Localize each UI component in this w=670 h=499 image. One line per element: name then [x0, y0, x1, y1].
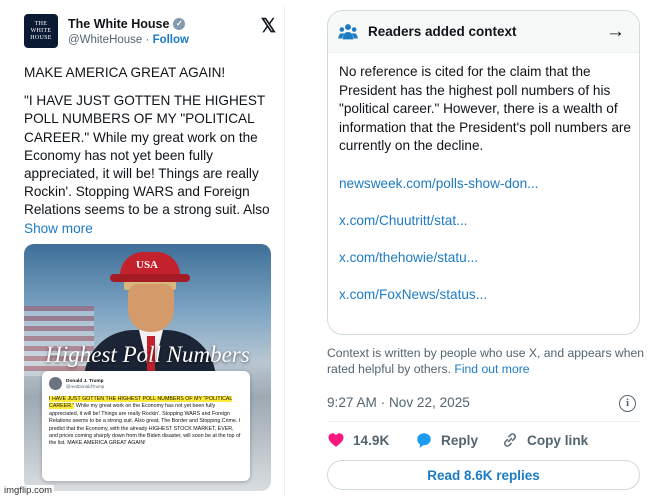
figure-face	[128, 284, 174, 332]
note-panel: Readers added context → No reference is …	[297, 0, 670, 499]
red-cap-brim	[110, 274, 190, 282]
post-timestamp[interactable]: 9:27 AM · Nov 22, 2025	[327, 395, 470, 410]
reply-label: Reply	[441, 432, 479, 448]
arrow-right-icon[interactable]: →	[606, 21, 625, 43]
context-footer: Context is written by people who use X, …	[327, 345, 647, 377]
context-link-1[interactable]: newsweek.com/polls-show-don...	[339, 176, 538, 191]
embedded-post-card: Donald J. Trump @realDonaldTrump I HAVE …	[42, 371, 250, 481]
account-name-text: The White House	[68, 17, 170, 31]
account-name[interactable]: The White House ✓	[68, 17, 186, 31]
like-button[interactable]: 14.9K	[327, 431, 389, 449]
tweet-header: THE WHITE HOUSE The White House ✓ @White…	[24, 14, 276, 54]
read-replies-button[interactable]: Read 8.6K replies	[327, 460, 640, 490]
show-more-link[interactable]: Show more	[24, 221, 93, 236]
embedded-post-header: Donald J. Trump @realDonaldTrump	[49, 377, 243, 390]
context-link-4[interactable]: x.com/FoxNews/status...	[339, 287, 487, 302]
cap-text: USA	[136, 259, 159, 271]
copy-link-button[interactable]: Copy link	[501, 431, 588, 449]
readers-context-card: Readers added context → No reference is …	[327, 10, 640, 335]
embedded-post-text: I HAVE JUST GOTTEN THE HIGHEST POLL NUMB…	[49, 396, 243, 448]
account-handle[interactable]: @WhiteHouse	[68, 34, 142, 46]
action-bar: 14.9K Reply Copy link	[327, 431, 647, 453]
verified-badge-icon: ✓	[173, 18, 186, 30]
reply-button[interactable]: Reply	[415, 431, 478, 449]
context-header[interactable]: Readers added context →	[328, 11, 639, 53]
embedded-author: Donald J. Trump @realDonaldTrump	[66, 379, 104, 389]
media-headline: Highest Poll Numbers	[45, 342, 250, 367]
tweet-text: MAKE AMERICA GREAT AGAIN! "I HAVE JUST G…	[24, 64, 276, 248]
context-link-3[interactable]: x.com/thehowie/statu...	[339, 250, 478, 265]
context-title: Readers added context	[368, 24, 517, 39]
reply-bubble-icon	[417, 433, 431, 448]
handle-separator: ·	[145, 34, 150, 46]
x-logo-icon[interactable]: 𝕏	[261, 15, 276, 38]
copy-link-label: Copy link	[527, 432, 589, 448]
tweet-text-body: "I HAVE JUST GOTTEN THE HIGHEST POLL NUM…	[24, 92, 276, 238]
context-link-2[interactable]: x.com/Chuutritt/stat...	[339, 213, 467, 228]
link-chain-icon	[503, 433, 517, 447]
embedded-body: While my great work on the Economy has n…	[49, 403, 241, 447]
context-body: No reference is cited for the claim that…	[339, 64, 631, 153]
read-replies-label: Read 8.6K replies	[427, 467, 540, 483]
divider	[327, 421, 640, 422]
follow-button[interactable]: Follow	[153, 34, 189, 46]
tweet-body-text: "I HAVE JUST GOTTEN THE HIGHEST POLL NUM…	[24, 93, 270, 218]
tweet-media-image[interactable]: USA Highest Poll Numbers Donald J. Trump…	[24, 244, 271, 491]
info-icon[interactable]: i	[619, 395, 636, 412]
account-handle-row: @WhiteHouse · Follow	[68, 34, 189, 46]
tweet-panel: THE WHITE HOUSE The White House ✓ @White…	[12, 6, 285, 496]
avatar-logo-text: THE WHITE HOUSE	[30, 20, 52, 41]
heart-icon	[328, 433, 344, 447]
embedded-author-name: Donald J. Trump	[66, 378, 104, 384]
readers-people-icon	[338, 24, 358, 40]
imgflip-watermark: imgflip.com	[2, 485, 55, 496]
like-count: 14.9K	[353, 432, 390, 448]
white-house-avatar[interactable]: THE WHITE HOUSE	[24, 14, 58, 48]
embedded-author-handle: @realDonaldTrump	[66, 383, 105, 389]
embedded-avatar	[49, 377, 62, 390]
tweet-text-line1: MAKE AMERICA GREAT AGAIN!	[24, 65, 226, 80]
find-out-more-link[interactable]: Find out more	[454, 362, 529, 376]
